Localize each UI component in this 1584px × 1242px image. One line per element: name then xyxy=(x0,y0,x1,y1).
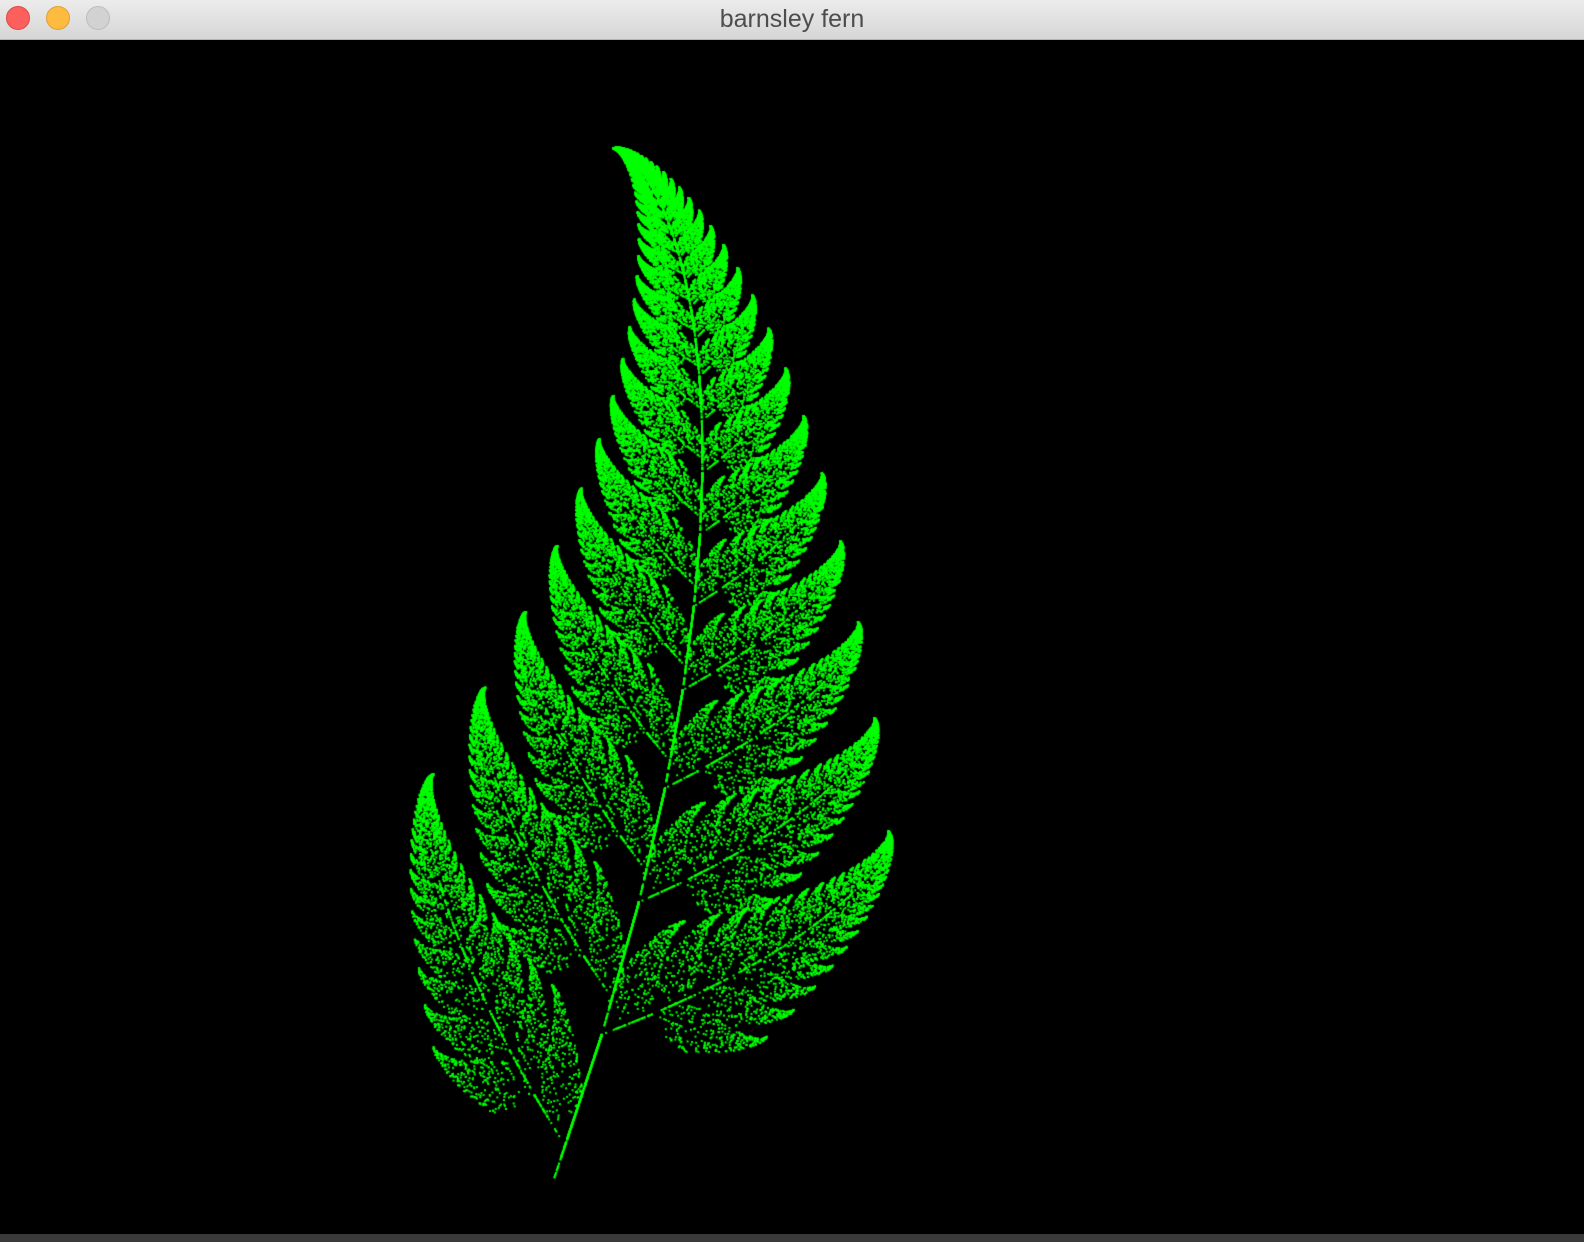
app-window: barnsley fern xyxy=(0,0,1584,1242)
title-bar[interactable]: barnsley fern xyxy=(0,0,1584,40)
window-bottom-edge xyxy=(0,1234,1584,1242)
drawing-area xyxy=(0,40,1584,1234)
barnsley-fern-canvas xyxy=(0,40,1584,1234)
window-title: barnsley fern xyxy=(719,5,865,33)
